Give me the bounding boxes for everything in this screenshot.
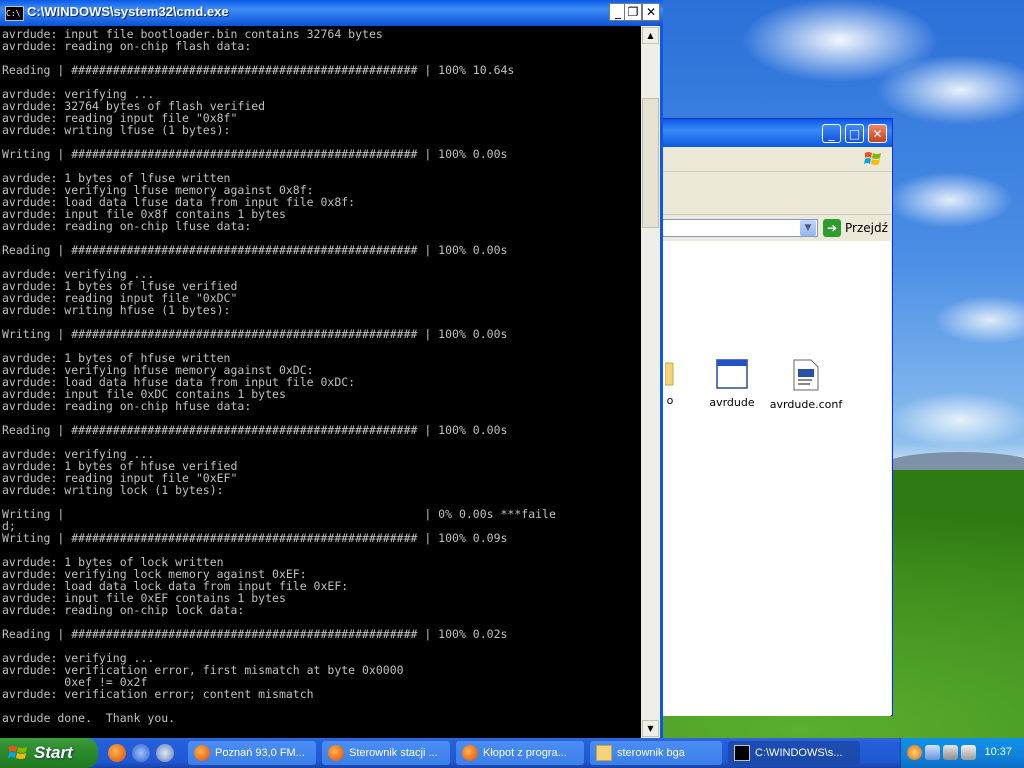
firefox-icon [194,745,210,761]
close-button[interactable]: ✕ [642,3,660,21]
windows-logo-icon [864,152,881,165]
start-label: Start [34,743,73,762]
config-file-icon [793,359,819,391]
vertical-scrollbar[interactable]: ▲ ▼ [641,26,660,738]
taskbar-item[interactable]: Sterownik stacji ... [322,741,450,765]
windows-logo-icon [8,746,27,759]
console-text: avrdude: input file bootloader.bin conta… [2,27,556,725]
taskbar-item-label: Kłopot z progra... [483,747,567,759]
cmd-icon[interactable]: C:\ [5,6,24,21]
explorer-file-area[interactable]: o avrdude avrdude.conf [662,241,891,716]
window-border [660,26,663,738]
firefox-icon [328,745,344,761]
go-arrow-icon: ➔ [823,219,841,237]
file-item[interactable]: avrdude.conf [768,359,844,411]
address-input[interactable] [662,219,818,237]
scroll-down-arrow-icon[interactable]: ▼ [642,720,659,737]
file-label: avrdude.conf [769,398,843,411]
restore-button[interactable]: ❐ [624,3,642,21]
explorer-menubar [662,147,892,172]
media-player-icon[interactable] [156,744,174,762]
file-item[interactable]: o [660,359,680,407]
taskbar-item[interactable]: sterownik bga [590,741,722,765]
taskbar-item-label: sterownik bga [617,747,685,759]
tray-app-icon[interactable] [907,745,922,760]
folder-icon [664,362,674,386]
clock[interactable]: 10:37 [984,746,1012,758]
go-label: Przejdź [845,221,888,235]
folder-icon [596,745,612,761]
quick-launch [108,744,174,762]
cmd-titlebar[interactable]: C:\ C:\WINDOWS\system32\cmd.exe _ ❐ ✕ [0,0,663,26]
taskbar-item-label: C:\WINDOWS\s... [755,747,843,759]
taskbar-item[interactable]: Poznań 93,0 FM... [188,741,316,765]
explorer-maximize-button[interactable]: □ [845,124,864,143]
taskbar-item-label: Sterownik stacji ... [349,747,438,759]
scrollbar-thumb[interactable] [642,98,659,228]
system-tray: 10:37 [900,738,1024,768]
taskbar-item-active[interactable]: C:\WINDOWS\s... [728,741,860,765]
taskbar-item-label: Poznań 93,0 FM... [215,747,305,759]
explorer-titlebar[interactable]: _ □ ✕ [662,119,892,147]
explorer-address-bar: ▼ ➔ Przejdź [662,215,892,242]
start-button[interactable]: Start [0,738,98,768]
go-button[interactable]: ➔ Przejdź [823,219,888,237]
console-output-area[interactable]: avrdude: input file bootloader.bin conta… [0,26,641,738]
file-label: avrdude [709,396,755,409]
cmd-icon [734,745,750,761]
firefox-icon [462,745,478,761]
taskbar: Start Poznań 93,0 FM... Sterownik stacji… [0,738,1024,768]
explorer-window[interactable]: _ □ ✕ ▼ ➔ Przejdź o avrdude avrdude.conf [662,118,893,716]
explorer-minimize-button[interactable]: _ [822,124,841,143]
window-title: C:\WINDOWS\system32\cmd.exe [27,4,229,19]
address-dropdown-icon[interactable]: ▼ [800,220,816,236]
explorer-toolbar [662,172,892,215]
volume-icon[interactable] [943,745,958,760]
scroll-up-arrow-icon[interactable]: ▲ [642,27,659,44]
cmd-window[interactable]: C:\ C:\WINDOWS\system32\cmd.exe _ ❐ ✕ av… [0,0,663,738]
network-icon[interactable] [925,745,940,760]
firefox-icon[interactable] [108,744,126,762]
file-item[interactable]: avrdude [706,359,758,409]
file-label: o [666,394,674,407]
taskbar-item[interactable]: Kłopot z progra... [456,741,584,765]
explorer-close-button[interactable]: ✕ [868,124,887,143]
safely-remove-icon[interactable] [961,745,976,760]
exe-window-icon [716,359,748,389]
browser-icon[interactable] [132,744,150,762]
